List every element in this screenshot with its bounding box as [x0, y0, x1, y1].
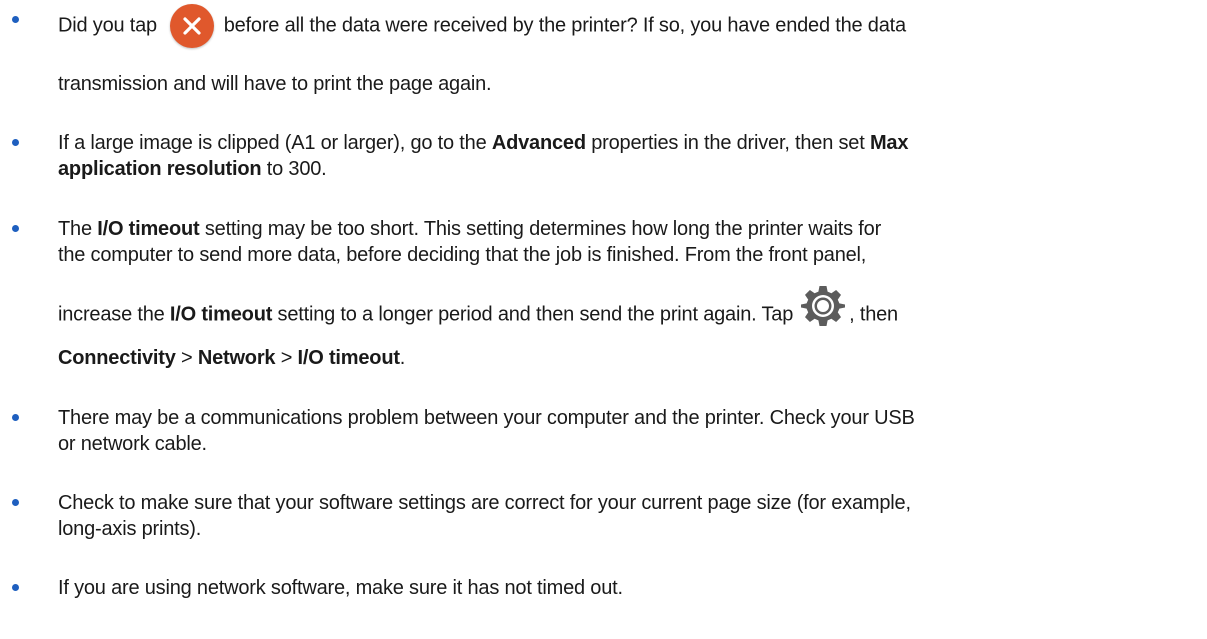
item-text: The [58, 218, 92, 240]
item-line: Connectivity > Network > I/O timeout. [58, 346, 405, 370]
item-line: Did you tap before all the data were rec… [58, 4, 906, 48]
item-line: If a large image is clipped (A1 or large… [58, 131, 908, 155]
item-text: before all the data were received by the… [223, 14, 906, 37]
item-line: or network cable. [58, 433, 207, 455]
bullet [12, 139, 19, 146]
close-icon [170, 4, 215, 48]
item-text-bold: I/O timeout [97, 218, 200, 240]
item-line: There may be a communications problem be… [58, 407, 915, 429]
bullet [12, 16, 19, 23]
item-text: > [280, 347, 293, 369]
item-text: setting to a longer period and then send… [277, 303, 794, 326]
item-text-bold: I/O timeout [169, 303, 273, 326]
item-text: increase the [58, 303, 165, 326]
item-line: transmission and will have to print the … [58, 73, 492, 95]
item-line: Check to make sure that your software se… [58, 492, 911, 514]
bullet [12, 414, 19, 421]
item-text-bold: Advanced [491, 132, 586, 154]
item-text-bold: Connectivity [58, 347, 176, 369]
bullet [12, 225, 19, 232]
item-text: setting may be too short. This setting d… [204, 218, 882, 240]
gear-icon [799, 282, 847, 348]
item-text: > [180, 347, 193, 369]
item-text-bold: I/O timeout [297, 347, 400, 369]
item-text-bold: application resolution [58, 158, 262, 180]
item-text: , then [849, 303, 898, 326]
item-line: If you are using network software, make … [58, 577, 623, 599]
item-line: application resolution to 300. [58, 157, 327, 181]
item-line: long-axis prints). [58, 518, 202, 540]
item-text: to 300. [266, 158, 327, 180]
item-line: The I/O timeout setting may be too short… [58, 217, 881, 241]
item-text-bold: Network [197, 347, 276, 369]
item-text: . [399, 347, 406, 369]
bullet [12, 499, 19, 506]
item-text: Did you tap [58, 14, 157, 37]
bullet [12, 584, 19, 591]
item-line: the computer to send more data, before d… [58, 244, 867, 266]
item-line: increase the I/O timeout setting to a lo… [58, 282, 898, 348]
item-text: If a large image is clipped (A1 or large… [58, 132, 487, 154]
item-text: properties in the driver, then set [591, 132, 865, 154]
item-text-bold: Max [869, 132, 909, 154]
